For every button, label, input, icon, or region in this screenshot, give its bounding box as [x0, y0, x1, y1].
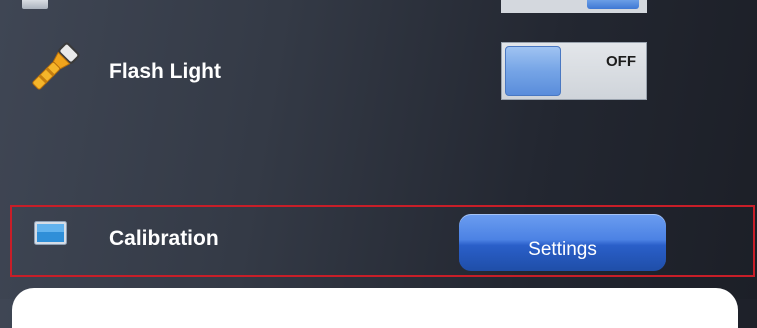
previous-toggle-knob: [587, 0, 639, 9]
flash-light-toggle[interactable]: OFF: [501, 42, 647, 100]
flashlight-icon: [32, 42, 80, 90]
toggle-state-label: OFF: [606, 53, 636, 70]
toggle-knob[interactable]: [505, 46, 561, 96]
monitor-icon: [34, 221, 67, 245]
settings-button[interactable]: Settings: [459, 214, 666, 271]
calibration-row: Calibration Settings: [10, 205, 755, 277]
bottom-panel: [12, 288, 738, 328]
calibration-label: Calibration: [109, 227, 219, 250]
flash-light-row: Flash Light OFF: [0, 30, 757, 110]
previous-row-icon: [22, 0, 48, 9]
flash-light-label: Flash Light: [109, 60, 221, 83]
previous-row-toggle[interactable]: [501, 0, 647, 13]
